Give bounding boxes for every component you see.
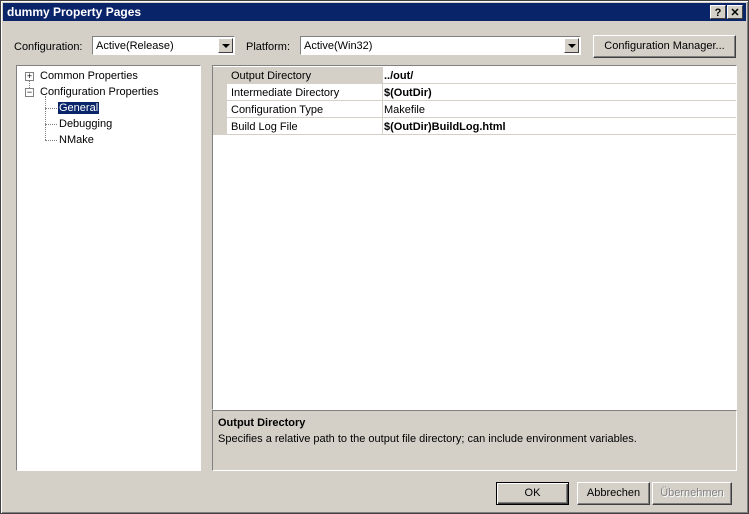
configuration-manager-label: Configuration Manager... — [604, 40, 725, 52]
close-button[interactable]: ✕ — [727, 5, 743, 19]
property-value[interactable]: Makefile — [384, 104, 425, 116]
property-pages-dialog: dummy Property Pages ? ✕ Configuration: … — [0, 0, 749, 514]
property-row[interactable]: Intermediate Directory $(OutDir) — [213, 84, 736, 101]
tree-line — [45, 96, 46, 140]
tree-item-general[interactable]: General — [56, 101, 101, 115]
row-gutter — [213, 101, 227, 117]
property-value[interactable]: $(OutDir) — [384, 87, 432, 99]
property-name: Intermediate Directory — [227, 84, 383, 100]
description-title: Output Directory — [218, 417, 306, 429]
row-gutter — [213, 118, 227, 134]
chevron-down-icon[interactable] — [218, 38, 233, 53]
property-name: Configuration Type — [227, 101, 383, 117]
expand-plus-icon[interactable]: + — [25, 72, 34, 81]
tree-line — [45, 140, 57, 141]
apply-label: Übernehmen — [660, 487, 724, 499]
platform-combo[interactable]: Active(Win32) — [300, 36, 581, 55]
category-tree[interactable]: + Common Properties − Configuration Prop… — [16, 65, 201, 471]
tree-line — [45, 124, 57, 125]
help-button[interactable]: ? — [710, 5, 726, 19]
description-text: Specifies a relative path to the output … — [218, 433, 637, 445]
property-grid[interactable]: Output Directory ../out/ Intermediate Di… — [212, 65, 737, 410]
cancel-button[interactable]: Abbrechen — [577, 482, 650, 505]
tree-item-nmake[interactable]: NMake — [59, 134, 94, 146]
configuration-manager-button[interactable]: Configuration Manager... — [593, 35, 736, 58]
configuration-combo[interactable]: Active(Release) — [92, 36, 235, 55]
property-row[interactable]: Configuration Type Makefile — [213, 101, 736, 118]
platform-value: Active(Win32) — [304, 40, 373, 52]
row-gutter — [213, 84, 227, 100]
property-row[interactable]: Output Directory ../out/ — [213, 67, 736, 84]
property-value[interactable]: $(OutDir)BuildLog.html — [384, 121, 506, 133]
tree-line — [45, 108, 57, 109]
title-bar[interactable]: dummy Property Pages ? ✕ — [3, 3, 746, 21]
tree-item-common-properties[interactable]: Common Properties — [40, 70, 138, 82]
window-title: dummy Property Pages — [7, 5, 142, 19]
cancel-label: Abbrechen — [586, 487, 641, 499]
collapse-minus-icon[interactable]: − — [25, 88, 34, 97]
property-name: Output Directory — [227, 67, 383, 83]
property-name: Build Log File — [227, 118, 383, 134]
apply-button: Übernehmen — [652, 482, 732, 505]
tree-item-debugging[interactable]: Debugging — [59, 118, 112, 130]
configuration-value: Active(Release) — [96, 40, 174, 52]
tree-item-configuration-properties[interactable]: Configuration Properties — [40, 86, 159, 98]
configuration-label: Configuration: — [14, 41, 83, 53]
description-pane: Output Directory Specifies a relative pa… — [212, 410, 737, 471]
property-row[interactable]: Build Log File $(OutDir)BuildLog.html — [213, 118, 736, 135]
ok-label: OK — [524, 487, 541, 499]
chevron-down-icon[interactable] — [564, 38, 579, 53]
property-value[interactable]: ../out/ — [384, 70, 413, 82]
ok-button[interactable]: OK — [496, 482, 569, 505]
platform-label: Platform: — [246, 41, 291, 53]
row-gutter — [213, 67, 227, 83]
